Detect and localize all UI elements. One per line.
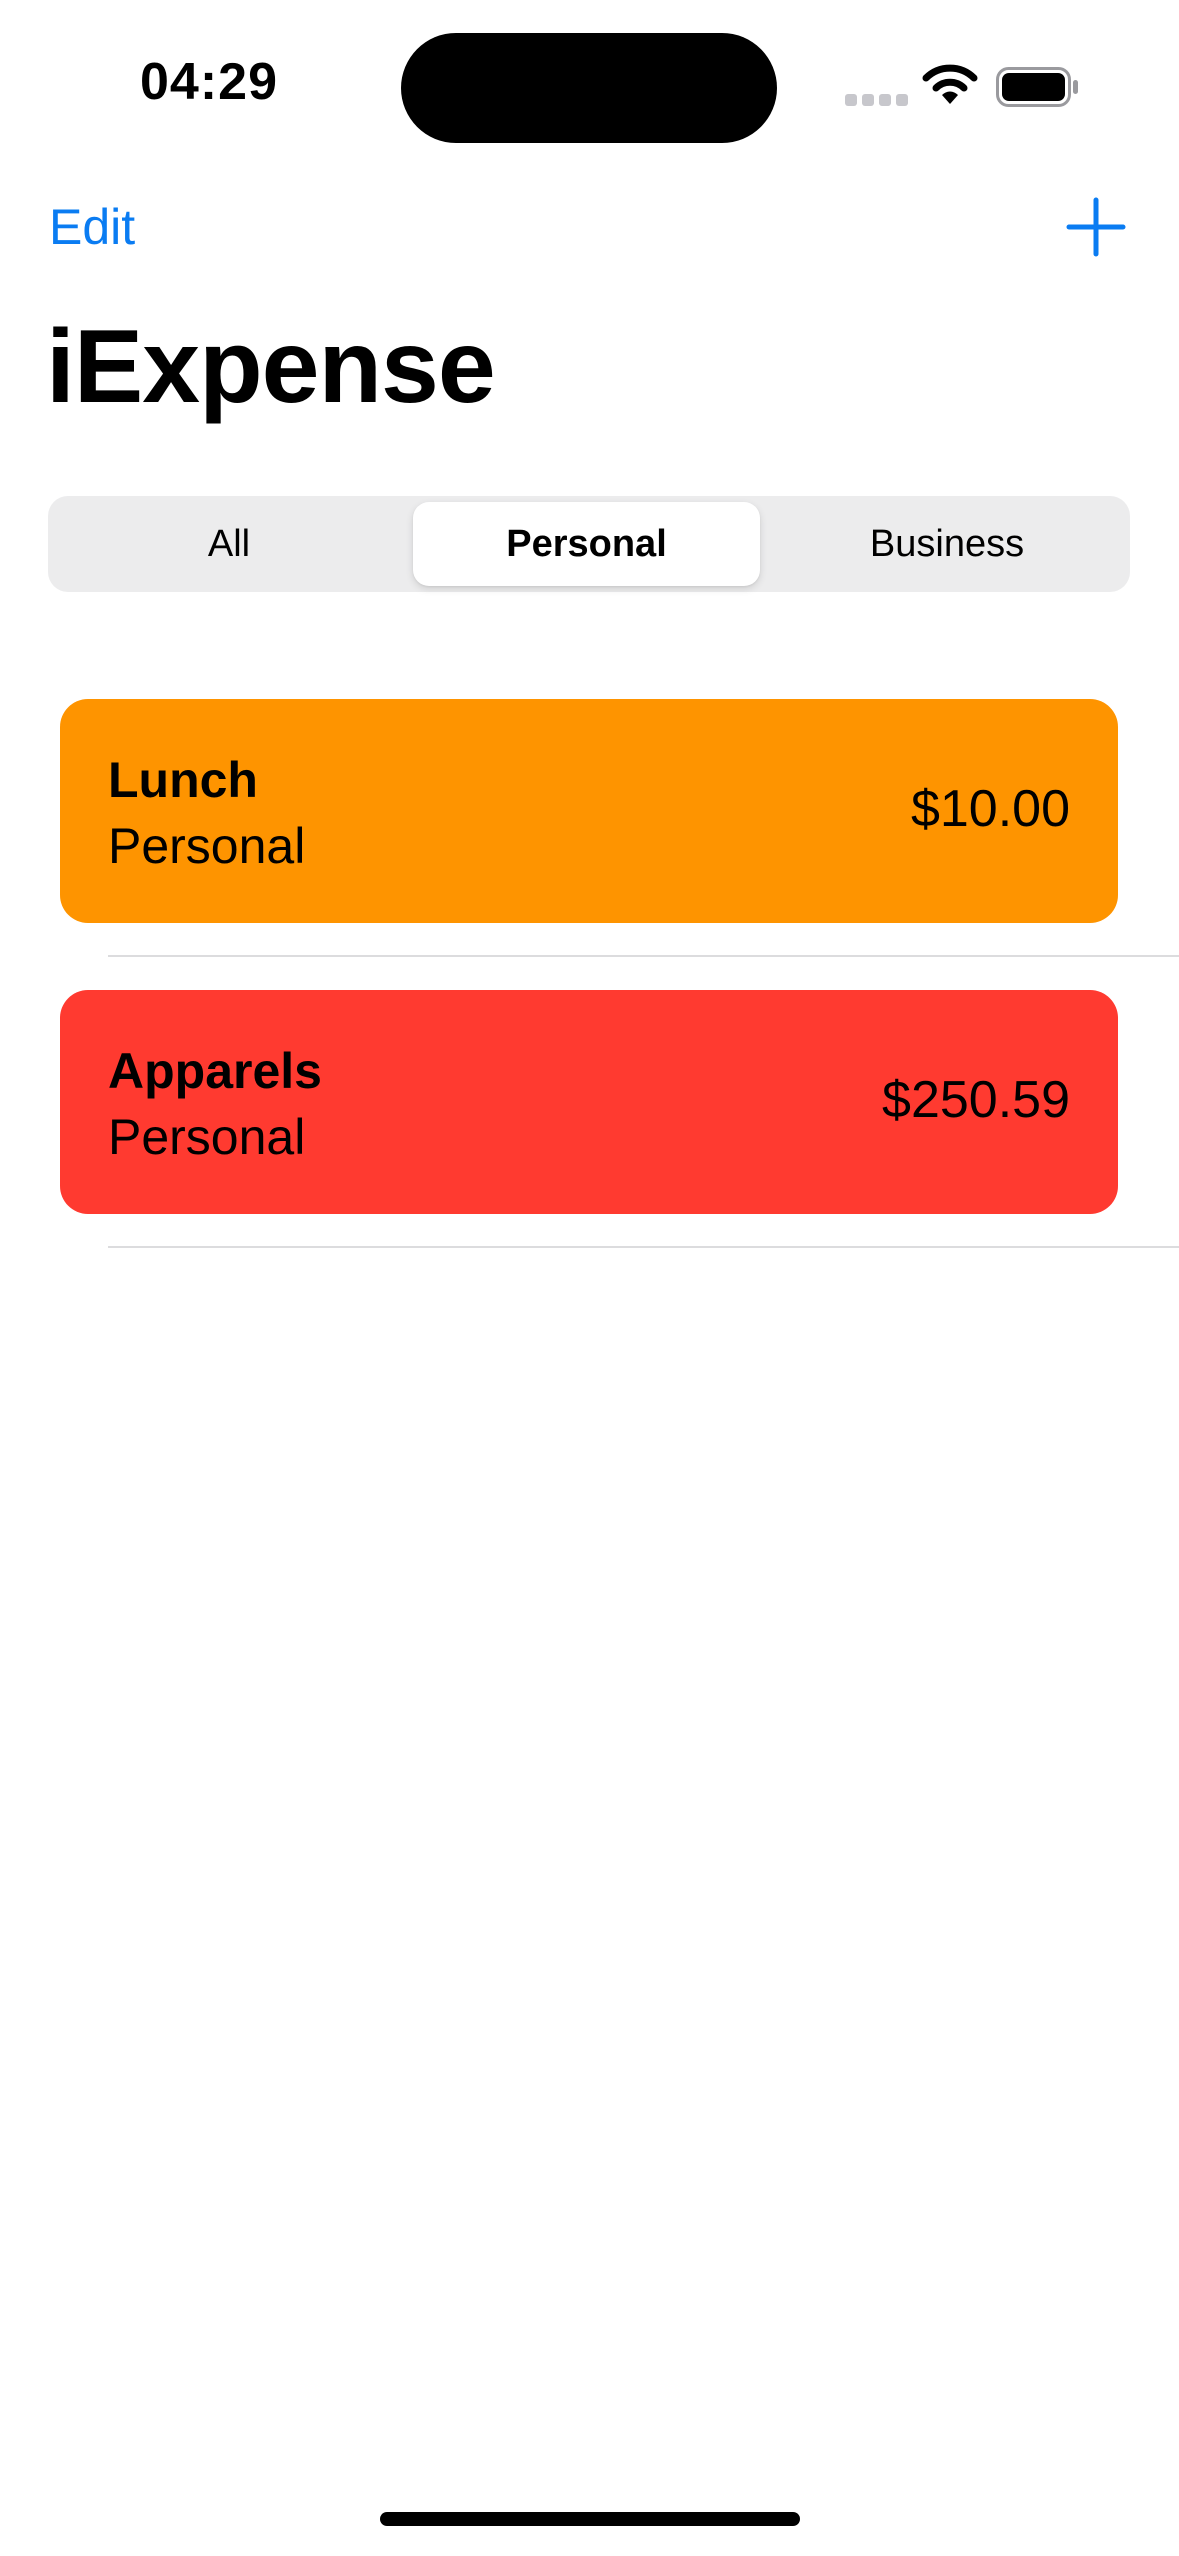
home-indicator	[380, 2512, 800, 2526]
expense-type-filter: All Personal Business	[48, 496, 1130, 592]
expense-name: Lunch	[108, 752, 258, 808]
segment-personal[interactable]: Personal	[413, 502, 760, 586]
status-time: 04:29	[140, 53, 278, 111]
expense-row[interactable]: Apparels Personal $250.59	[60, 990, 1118, 1214]
edit-button[interactable]: Edit	[49, 198, 135, 256]
segment-business[interactable]: Business	[770, 502, 1124, 586]
dynamic-island	[401, 33, 777, 143]
row-separator	[108, 1246, 1179, 1248]
page-title: iExpense	[46, 309, 496, 425]
wifi-icon	[922, 64, 978, 104]
expense-list-screen: 04:29 Edit iExpense All Personal Busines…	[0, 0, 1179, 2556]
segment-all[interactable]: All	[54, 502, 404, 586]
expense-type: Personal	[108, 1109, 306, 1165]
expense-type: Personal	[108, 818, 306, 874]
row-separator	[108, 955, 1179, 957]
expense-amount: $10.00	[910, 780, 1070, 838]
plus-icon[interactable]	[1066, 197, 1126, 257]
expense-name: Apparels	[108, 1043, 322, 1099]
expense-amount: $250.59	[882, 1071, 1070, 1129]
battery-icon	[996, 67, 1078, 107]
cellular-signal-icon	[845, 94, 908, 106]
expense-row[interactable]: Lunch Personal $10.00	[60, 699, 1118, 923]
